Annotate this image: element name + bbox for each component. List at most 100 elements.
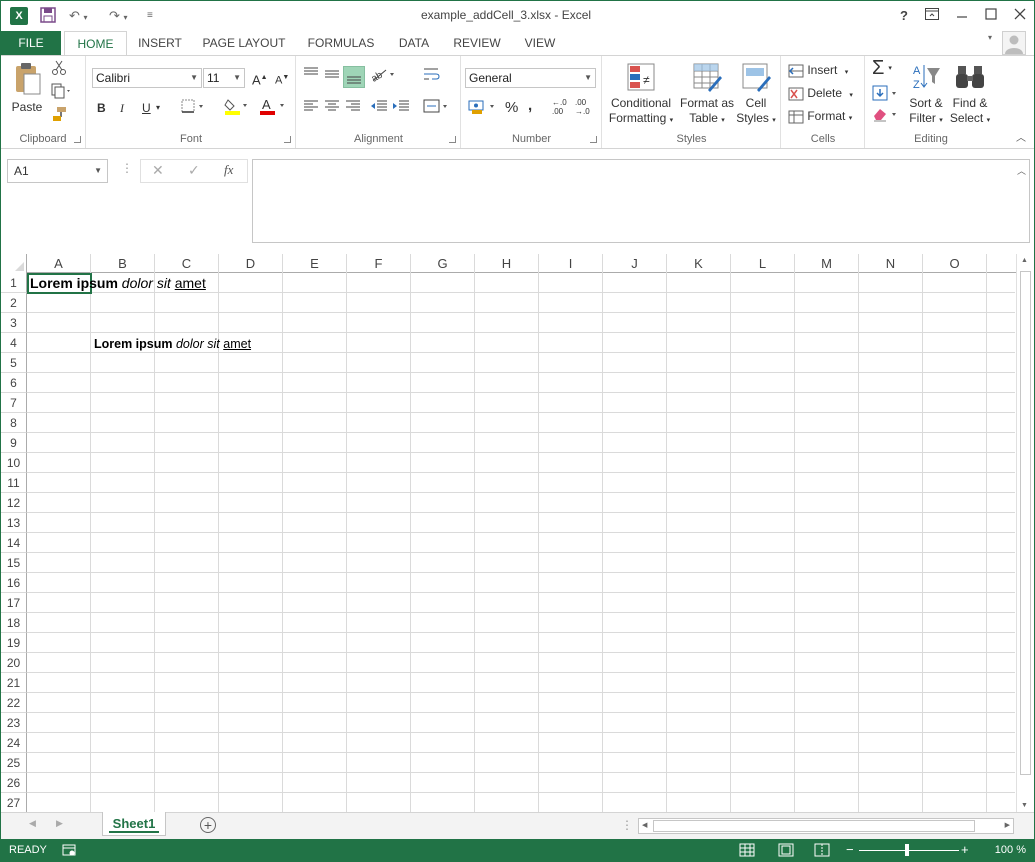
- underline-dropdown-icon[interactable]: ▾: [156, 98, 160, 118]
- row-header-17[interactable]: 17: [1, 593, 27, 613]
- font-name-select[interactable]: Calibri ▼: [92, 68, 202, 88]
- row-header-9[interactable]: 9: [1, 433, 27, 453]
- italic-button[interactable]: I: [120, 98, 124, 118]
- increase-decimal-button[interactable]: ←.0.00: [552, 98, 567, 118]
- cell-area[interactable]: [27, 273, 1015, 812]
- increase-indent-icon[interactable]: [392, 98, 410, 118]
- sort-filter-button[interactable]: AZ Sort & Filter ▾: [904, 62, 948, 128]
- tab-file[interactable]: FILE: [1, 31, 61, 55]
- row-header-1[interactable]: 1: [1, 273, 27, 293]
- zoom-slider-thumb[interactable]: [905, 844, 909, 856]
- tab-formulas[interactable]: FORMULAS: [303, 31, 379, 55]
- zoom-level[interactable]: 100 %: [995, 844, 1026, 856]
- next-sheet-icon[interactable]: ▶: [56, 818, 63, 829]
- currency-format-icon[interactable]: [468, 98, 498, 118]
- minimize-icon[interactable]: [949, 5, 975, 27]
- clipboard-launcher-icon[interactable]: [74, 136, 81, 143]
- column-header-c[interactable]: C: [155, 254, 219, 273]
- align-left-icon[interactable]: [303, 98, 319, 118]
- insert-function-icon[interactable]: fx: [224, 162, 233, 178]
- column-header-o[interactable]: O: [923, 254, 987, 273]
- insert-cells-button[interactable]: Insert ▾: [788, 60, 848, 80]
- row-header-24[interactable]: 24: [1, 733, 27, 753]
- column-header-i[interactable]: I: [539, 254, 603, 273]
- cell-styles-button[interactable]: Cell Styles ▾: [735, 62, 777, 128]
- row-header-19[interactable]: 19: [1, 633, 27, 653]
- number-format-select[interactable]: General ▼: [465, 68, 596, 88]
- percent-button[interactable]: %: [505, 98, 518, 118]
- format-cells-button[interactable]: Format ▾: [788, 106, 852, 126]
- page-break-view-icon[interactable]: [814, 843, 830, 860]
- align-right-icon[interactable]: [345, 98, 361, 118]
- scroll-left-icon[interactable]: ◀: [642, 821, 647, 829]
- zoom-in-icon[interactable]: +: [961, 842, 969, 857]
- find-select-button[interactable]: Find & Select ▾: [948, 62, 992, 128]
- tab-home[interactable]: HOME: [64, 31, 127, 56]
- clear-icon[interactable]: [872, 106, 900, 126]
- row-header-6[interactable]: 6: [1, 373, 27, 393]
- row-header-3[interactable]: 3: [1, 313, 27, 333]
- font-size-select[interactable]: 11 ▼: [203, 68, 245, 88]
- column-header-f[interactable]: F: [347, 254, 411, 273]
- row-header-11[interactable]: 11: [1, 473, 27, 493]
- row-header-13[interactable]: 13: [1, 513, 27, 533]
- user-avatar[interactable]: [1002, 31, 1026, 55]
- collapse-ribbon-icon[interactable]: ︿: [1016, 129, 1026, 144]
- row-header-25[interactable]: 25: [1, 753, 27, 773]
- autosum-icon[interactable]: Σ ▾: [872, 58, 892, 78]
- zoom-slider[interactable]: [859, 850, 959, 851]
- new-sheet-icon[interactable]: +: [200, 817, 216, 833]
- row-header-16[interactable]: 16: [1, 573, 27, 593]
- top-align-icon[interactable]: [303, 66, 319, 86]
- middle-align-icon[interactable]: [324, 66, 340, 86]
- column-header-j[interactable]: J: [603, 254, 667, 273]
- formula-expand-icon[interactable]: ︿: [1017, 164, 1026, 177]
- merge-center-icon[interactable]: [423, 98, 451, 118]
- alignment-launcher-icon[interactable]: [449, 136, 456, 143]
- grow-font-button[interactable]: A▲: [252, 68, 268, 88]
- decrease-decimal-button[interactable]: .00 →.0: [575, 98, 590, 118]
- close-icon[interactable]: [1007, 5, 1033, 27]
- formula-input[interactable]: [252, 159, 1030, 243]
- bottom-align-icon[interactable]: [343, 66, 365, 88]
- fill-color-icon[interactable]: [224, 97, 250, 117]
- bold-button[interactable]: B: [97, 98, 106, 118]
- tab-data[interactable]: DATA: [393, 31, 435, 55]
- select-all-corner[interactable]: [1, 254, 27, 273]
- column-header-e[interactable]: E: [283, 254, 347, 273]
- tab-review[interactable]: REVIEW: [449, 31, 505, 55]
- column-header-b[interactable]: B: [91, 254, 155, 273]
- vertical-scrollbar[interactable]: ▲ ▼: [1016, 254, 1034, 812]
- row-header-15[interactable]: 15: [1, 553, 27, 573]
- row-header-20[interactable]: 20: [1, 653, 27, 673]
- paste-button[interactable]: Paste: [7, 62, 47, 115]
- macro-record-icon[interactable]: [62, 843, 76, 860]
- number-launcher-icon[interactable]: [590, 136, 597, 143]
- comma-style-button[interactable]: ,: [528, 96, 532, 116]
- column-header-m[interactable]: M: [795, 254, 859, 273]
- row-header-4[interactable]: 4: [1, 333, 27, 353]
- tab-insert[interactable]: INSERT: [135, 31, 185, 55]
- vertical-scroll-thumb[interactable]: [1020, 271, 1031, 775]
- tab-view[interactable]: VIEW: [519, 31, 561, 55]
- row-header-10[interactable]: 10: [1, 453, 27, 473]
- underline-button[interactable]: U: [142, 98, 151, 118]
- scroll-down-icon[interactable]: ▼: [1021, 802, 1028, 809]
- align-center-icon[interactable]: [324, 98, 340, 118]
- horizontal-scroll-thumb[interactable]: [653, 820, 975, 832]
- column-header-g[interactable]: G: [411, 254, 475, 273]
- tab-split-grip-icon[interactable]: ⋮: [621, 818, 633, 832]
- scroll-right-icon[interactable]: ▶: [1005, 821, 1010, 829]
- zoom-out-icon[interactable]: −: [846, 842, 854, 857]
- column-header-l[interactable]: L: [731, 254, 795, 273]
- row-header-23[interactable]: 23: [1, 713, 27, 733]
- row-header-18[interactable]: 18: [1, 613, 27, 633]
- column-header-k[interactable]: K: [667, 254, 731, 273]
- row-header-27[interactable]: 27: [1, 793, 27, 812]
- column-header-n[interactable]: N: [859, 254, 923, 273]
- row-header-22[interactable]: 22: [1, 693, 27, 713]
- copy-icon[interactable]: [51, 83, 73, 103]
- format-painter-icon[interactable]: [51, 106, 67, 126]
- cell-a1-content[interactable]: Lorem ipsum dolor sit amet: [30, 274, 206, 293]
- row-header-26[interactable]: 26: [1, 773, 27, 793]
